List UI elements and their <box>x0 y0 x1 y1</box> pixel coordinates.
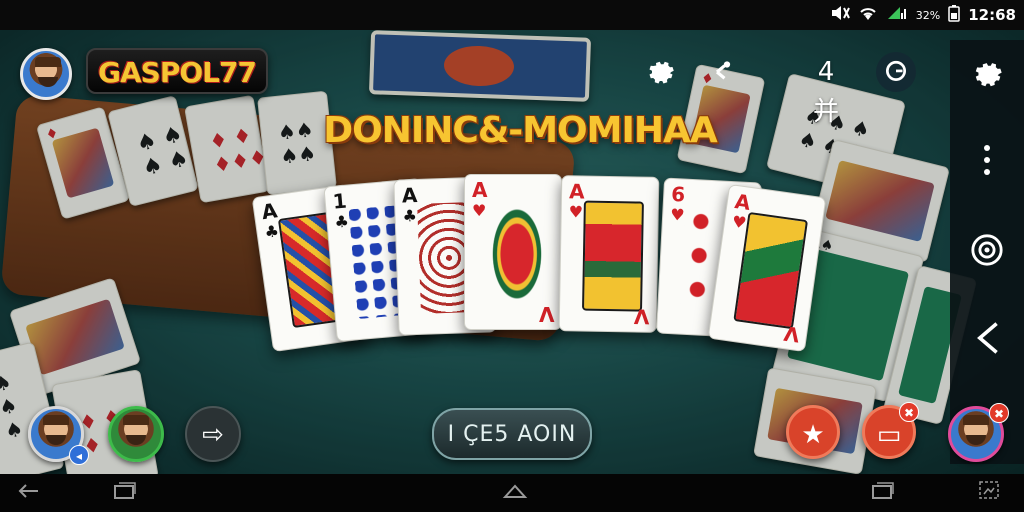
player-avatar[interactable] <box>20 48 72 100</box>
back-icon[interactable] <box>14 480 44 506</box>
card-rank-bottom: V <box>781 321 801 347</box>
settings-icon[interactable] <box>967 54 1007 94</box>
battery-text: 32% <box>915 8 941 22</box>
player-name: GASPOL77 <box>98 56 257 89</box>
chat-icon: ▭ <box>876 420 902 450</box>
card-rank: 1 <box>331 188 348 214</box>
speaker-icon: ◂ <box>69 445 89 465</box>
status-pill: I ÇE5 AOIN <box>432 408 592 460</box>
wifi-icon <box>858 5 878 25</box>
card-rank: A <box>733 189 753 215</box>
card-suit-icon: ♥ <box>669 204 686 225</box>
chat-button[interactable]: ▭ ✖ <box>862 402 919 459</box>
side-menu <box>950 40 1024 464</box>
mute-icon <box>830 5 850 25</box>
signal-icon <box>886 5 908 25</box>
card-rank-bottom: V <box>633 304 650 329</box>
card-rank: A <box>568 179 585 204</box>
card-art <box>487 199 547 309</box>
battery-icon <box>948 4 960 26</box>
player-name-plate: GASPOL77 <box>86 48 268 94</box>
back-chevron-icon[interactable] <box>967 318 1007 358</box>
card-suit-icon: ♥ <box>568 202 584 222</box>
background-card-back <box>368 30 592 102</box>
status-text: I ÇE5 AOIN <box>447 422 577 447</box>
status-icons: 32% 12:68 <box>830 5 1016 25</box>
screenshot-icon[interactable] <box>974 480 1004 506</box>
card-suit-icon: ♣ <box>402 205 418 226</box>
settings-icon[interactable] <box>640 52 680 92</box>
friend-avatar[interactable] <box>108 406 164 462</box>
card-rank: A <box>401 182 418 208</box>
card-suit-icon: ♥ <box>730 211 748 233</box>
share-icon[interactable] <box>702 52 742 92</box>
more-vertical-icon[interactable] <box>967 140 1007 180</box>
clock: 12:68 <box>968 6 1016 24</box>
exit-button[interactable]: ⇨ <box>185 406 241 462</box>
favorite-button[interactable]: ★ <box>786 405 840 459</box>
opponent-avatar[interactable]: ◂ <box>28 406 89 465</box>
card-suit-icon: ♣ <box>333 211 350 232</box>
recents-icon[interactable] <box>868 480 898 506</box>
host-badge: ✖ <box>989 403 1009 423</box>
card-rank: A <box>260 198 279 225</box>
card-rank: 6 <box>670 181 686 207</box>
camera-icon[interactable] <box>967 230 1007 270</box>
hand-card[interactable]: A ♥ V <box>558 175 660 333</box>
hand-card[interactable]: A ♥ V <box>464 174 562 330</box>
game-title: DONINC&-MOMIHAA <box>323 110 717 151</box>
card-suit-icon: ♣ <box>263 221 281 243</box>
card-art <box>582 200 644 312</box>
android-status-bar: 32% 12:68 <box>0 0 1024 30</box>
android-nav-bar <box>0 474 1024 512</box>
host-avatar[interactable]: ✖ <box>948 403 1009 462</box>
chat-bubble-icon[interactable] <box>876 52 916 92</box>
card-suit-icon: ♥ <box>472 201 487 220</box>
home-icon[interactable] <box>500 480 530 506</box>
card-rank: A <box>472 178 488 202</box>
card-rank-bottom: V <box>538 302 554 326</box>
rank-label: 4并 <box>812 57 839 127</box>
recents-icon[interactable] <box>110 480 140 506</box>
chat-badge: ✖ <box>899 402 919 422</box>
